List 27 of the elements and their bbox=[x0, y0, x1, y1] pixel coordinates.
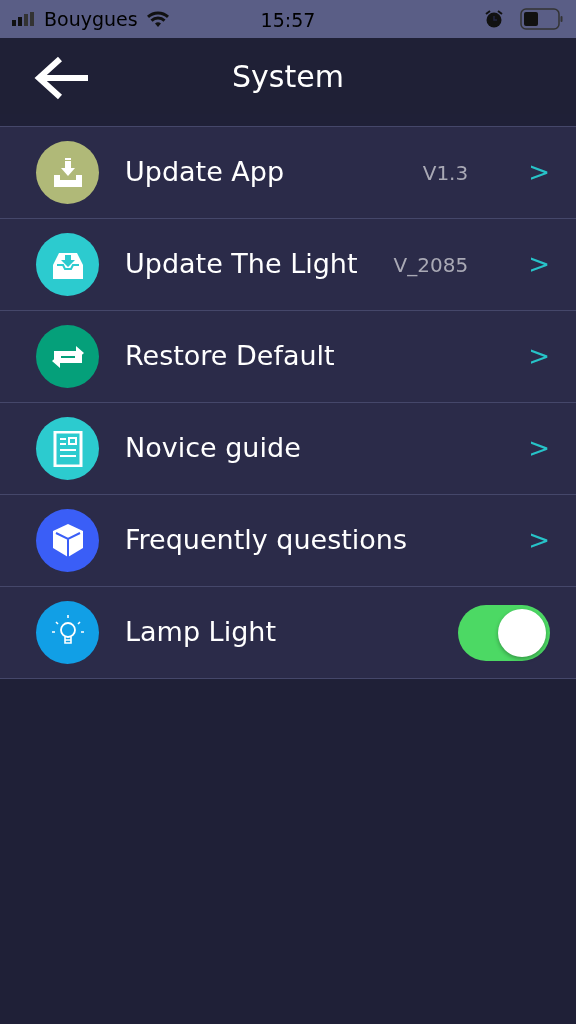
row-label: Frequently questions bbox=[125, 523, 408, 558]
battery-icon bbox=[520, 8, 564, 30]
chevron[interactable]: > bbox=[528, 521, 550, 560]
chevron[interactable]: > bbox=[528, 429, 550, 468]
settings-row[interactable]: Novice guide > bbox=[0, 403, 576, 495]
alarm-icon bbox=[484, 9, 504, 29]
row-label: Update App bbox=[125, 155, 285, 190]
row-label: Lamp Light bbox=[125, 615, 276, 650]
carrier-name: Bouygues bbox=[44, 6, 138, 32]
page-title: System bbox=[232, 57, 344, 96]
settings-row[interactable]: Update The Light V_2085 > bbox=[0, 219, 576, 311]
version-text: V1.3 bbox=[422, 159, 469, 187]
status-time: 15:57 bbox=[260, 8, 316, 33]
back-button[interactable] bbox=[34, 56, 90, 100]
chevron[interactable]: > bbox=[528, 153, 550, 192]
settings-row[interactable]: Update App V1.3 > bbox=[0, 127, 576, 219]
back-arrow-icon bbox=[34, 56, 90, 100]
row-label: Update The Light bbox=[125, 247, 358, 282]
row-label: Novice guide bbox=[125, 431, 301, 466]
row-label: Restore Default bbox=[125, 339, 335, 374]
version-text: V_2085 bbox=[393, 251, 469, 279]
chevron[interactable]: > bbox=[528, 337, 550, 376]
settings-row[interactable]: Restore Default > bbox=[0, 311, 576, 403]
settings-row[interactable]: Lamp Light bbox=[0, 587, 576, 679]
settings-row[interactable]: Frequently questions > bbox=[0, 495, 576, 587]
chevron[interactable]: > bbox=[528, 245, 550, 284]
wifi-icon bbox=[145, 10, 170, 28]
